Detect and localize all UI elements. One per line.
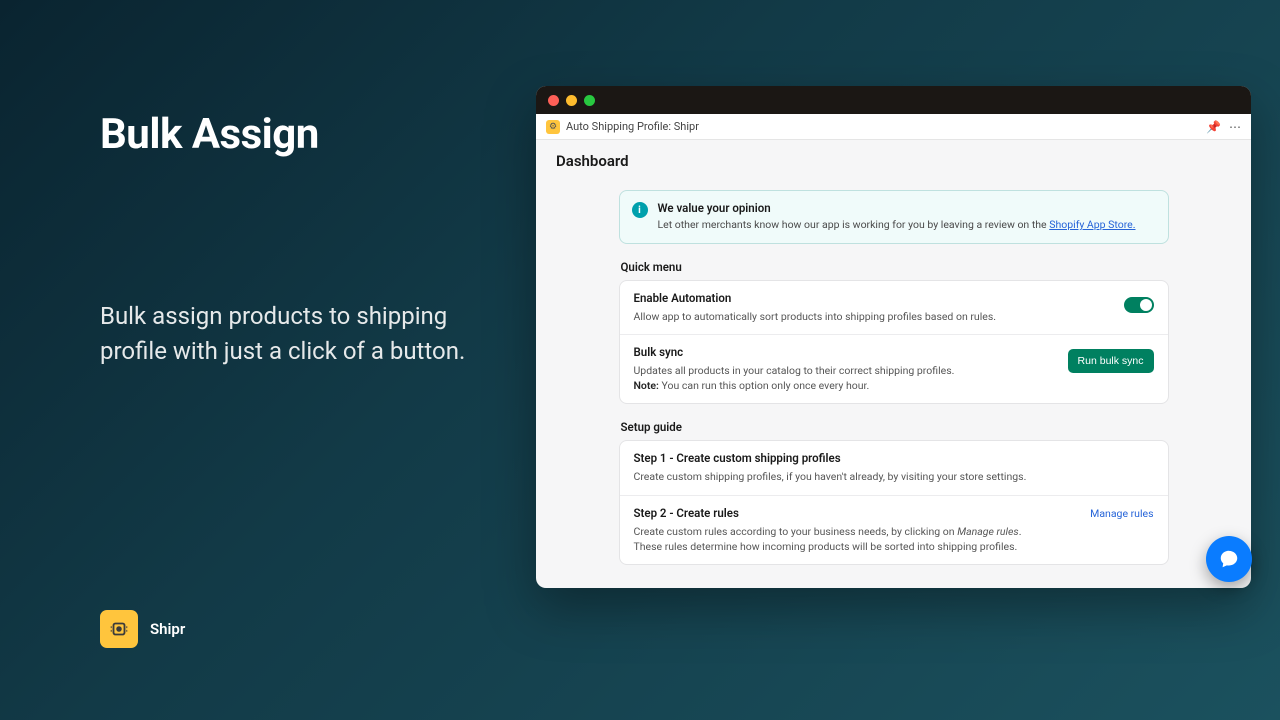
app-title: Auto Shipping Profile: Shipr bbox=[566, 120, 699, 133]
app-window: ⚙ Auto Shipping Profile: Shipr 📌 ⋯ Dashb… bbox=[536, 86, 1251, 588]
app-store-link[interactable]: Shopify App Store. bbox=[1049, 218, 1135, 231]
window-titlebar bbox=[536, 86, 1251, 114]
bulksync-note-text: You can run this option only once every … bbox=[659, 379, 869, 392]
opinion-banner: i We value your opinion Let other mercha… bbox=[619, 190, 1169, 244]
quick-menu-label: Quick menu bbox=[621, 260, 1169, 274]
app-icon: ⚙ bbox=[546, 120, 560, 134]
shipr-logo-icon bbox=[100, 610, 138, 648]
step2-sub-b: . bbox=[1019, 525, 1022, 538]
window-close-icon[interactable] bbox=[548, 95, 559, 106]
setup-step-2: Step 2 - Create rules Create custom rule… bbox=[620, 496, 1168, 564]
step2-sub-a: Create custom rules according to your bu… bbox=[634, 525, 958, 538]
pin-icon[interactable]: 📌 bbox=[1206, 120, 1221, 134]
run-bulk-sync-button[interactable]: Run bulk sync bbox=[1068, 349, 1154, 373]
promo-heading: Bulk Assign bbox=[100, 110, 480, 159]
step2-sub-em: Manage rules bbox=[957, 525, 1019, 538]
setup-guide-card: Step 1 - Create custom shipping profiles… bbox=[619, 440, 1169, 565]
chat-fab[interactable] bbox=[1206, 536, 1252, 582]
app-bar: ⚙ Auto Shipping Profile: Shipr 📌 ⋯ bbox=[536, 114, 1251, 140]
setup-step-1: Step 1 - Create custom shipping profiles… bbox=[620, 441, 1168, 495]
setup-guide-label: Setup guide bbox=[621, 420, 1169, 434]
bulksync-note-label: Note: bbox=[634, 379, 659, 392]
step1-title: Step 1 - Create custom shipping profiles bbox=[634, 451, 1154, 465]
chat-icon bbox=[1218, 548, 1240, 570]
promo-subheading: Bulk assign products to shipping profile… bbox=[100, 299, 480, 369]
window-zoom-icon[interactable] bbox=[584, 95, 595, 106]
step2-sub: Create custom rules according to your bu… bbox=[634, 524, 1075, 554]
manage-rules-link[interactable]: Manage rules bbox=[1090, 507, 1153, 520]
bulksync-title: Bulk sync bbox=[634, 345, 1052, 359]
brand-name: Shipr bbox=[150, 620, 185, 638]
automation-title: Enable Automation bbox=[634, 291, 1108, 305]
quick-menu-card: Enable Automation Allow app to automatic… bbox=[619, 280, 1169, 405]
bulksync-sub: Updates all products in your catalog to … bbox=[634, 363, 1052, 393]
automation-toggle[interactable] bbox=[1124, 297, 1154, 313]
step1-sub: Create custom shipping profiles, if you … bbox=[634, 469, 1154, 484]
more-icon[interactable]: ⋯ bbox=[1229, 120, 1241, 134]
step2-title: Step 2 - Create rules bbox=[634, 506, 1075, 520]
enable-automation-row: Enable Automation Allow app to automatic… bbox=[620, 281, 1168, 335]
banner-title: We value your opinion bbox=[658, 201, 1136, 215]
banner-body-text: Let other merchants know how our app is … bbox=[658, 218, 1050, 231]
bulksync-sub-text: Updates all products in your catalog to … bbox=[634, 364, 955, 377]
page-title: Dashboard bbox=[536, 140, 1251, 176]
bulk-sync-row: Bulk sync Updates all products in your c… bbox=[620, 335, 1168, 403]
automation-sub: Allow app to automatically sort products… bbox=[634, 309, 1108, 324]
window-minimize-icon[interactable] bbox=[566, 95, 577, 106]
step2-sub2: These rules determine how incoming produ… bbox=[634, 540, 1018, 553]
banner-body: Let other merchants know how our app is … bbox=[658, 218, 1136, 233]
brand-block: Shipr bbox=[100, 610, 185, 648]
info-icon: i bbox=[632, 202, 648, 218]
